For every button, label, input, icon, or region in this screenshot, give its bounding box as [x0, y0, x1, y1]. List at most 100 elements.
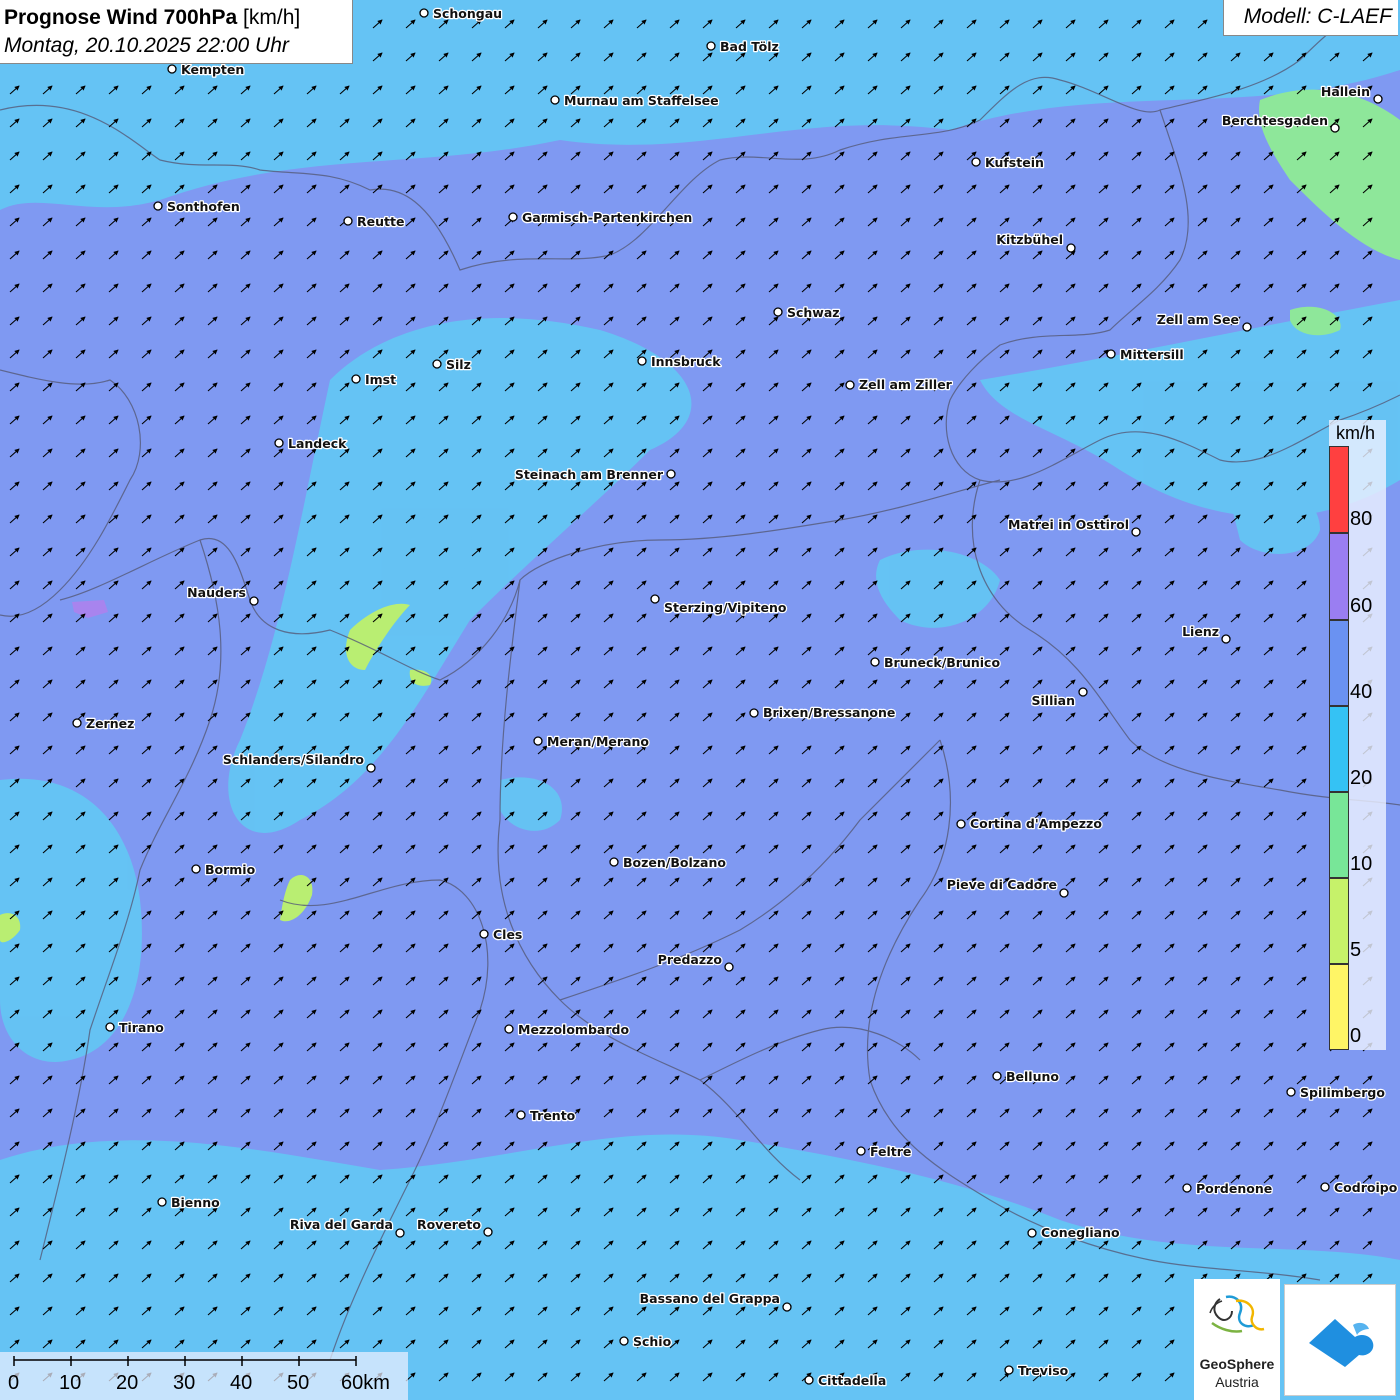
- title-panel: Prognose Wind 700hPa [km/h] Montag, 20.1…: [0, 0, 353, 64]
- city-cittadella-marker: [804, 1375, 814, 1385]
- city-sillian-label: Sillian: [1032, 693, 1075, 708]
- city-zell-am-ziller-marker: [845, 380, 855, 390]
- city-schlanders-silandro-label: Schlanders/Silandro: [223, 752, 365, 767]
- city-berchtesgaden-label: Berchtesgaden: [1222, 113, 1328, 128]
- city-bormio-marker: [191, 864, 201, 874]
- scale-label-10: 10: [59, 1372, 82, 1394]
- city-mittersill-marker: [1106, 349, 1116, 359]
- city-landeck-label: Landeck: [288, 436, 347, 451]
- city-schio-label: Schio: [633, 1334, 672, 1349]
- city-bassano-del-grappa-marker: [782, 1302, 792, 1312]
- city-conegliano-label: Conegliano: [1041, 1225, 1120, 1240]
- legend-bin-40: [1329, 620, 1349, 706]
- city-feltre-label: Feltre: [870, 1144, 911, 1159]
- legend-label-10: 10: [1350, 853, 1373, 875]
- city-kempten-label: Kempten: [181, 62, 244, 77]
- weather-app-badge[interactable]: [1284, 1284, 1396, 1396]
- city-schwaz-label: Schwaz: [787, 305, 840, 320]
- city-lienz-marker: [1221, 634, 1231, 644]
- legend-bin-10: [1329, 792, 1349, 878]
- city-bozen-bolzano-marker: [609, 857, 619, 867]
- scale-label-20: 20: [116, 1372, 139, 1394]
- city-conegliano-marker: [1027, 1228, 1037, 1238]
- legend-bin-60: [1329, 533, 1349, 620]
- city-cortina-d-ampezzo-label: Cortina d'Ampezzo: [970, 816, 1102, 831]
- city-steinach-am-brenner-marker: [666, 469, 676, 479]
- city-tirano-marker: [105, 1022, 115, 1032]
- city-zell-am-see-marker: [1242, 322, 1252, 332]
- city-silz-label: Silz: [446, 357, 471, 372]
- city-kempten-marker: [167, 64, 177, 74]
- forecast-datetime: Montag, 20.10.2025 22:00 Uhr: [4, 34, 289, 57]
- city-meran-merano-marker: [533, 736, 543, 746]
- city-garmisch-partenkirchen-marker: [508, 212, 518, 222]
- scale-label-30: 30: [173, 1372, 196, 1394]
- city-pieve-di-cadore-label: Pieve di Cadore: [947, 877, 1057, 892]
- city-berchtesgaden-marker: [1330, 123, 1340, 133]
- city-predazzo-marker: [724, 962, 734, 972]
- city-mezzolombardo-label: Mezzolombardo: [518, 1022, 629, 1037]
- city-zell-am-see-label: Zell am See: [1157, 312, 1239, 327]
- city-kitzb-hel-label: Kitzbühel: [996, 232, 1063, 247]
- city-schlanders-silandro-marker: [366, 763, 376, 773]
- city-murnau-am-staffelsee-label: Murnau am Staffelsee: [564, 93, 719, 108]
- legend-label-5: 5: [1350, 939, 1362, 961]
- city-brixen-bressanone-marker: [749, 708, 759, 718]
- city-brixen-bressanone-label: Brixen/Bressanone: [763, 705, 895, 720]
- city-kufstein-marker: [971, 157, 981, 167]
- city-bruneck-brunico-label: Bruneck/Brunico: [884, 655, 1000, 670]
- city-reutte-marker: [343, 216, 353, 226]
- city-zernez-label: Zernez: [86, 716, 134, 731]
- geosphere-logo[interactable]: GeoSphere Austria: [1194, 1279, 1280, 1400]
- app-cloud-icon: [1309, 1319, 1374, 1367]
- city-hallein-marker: [1373, 94, 1383, 104]
- city-treviso-marker: [1004, 1365, 1014, 1375]
- city-cles-marker: [479, 929, 489, 939]
- legend-label-60: 60: [1350, 595, 1373, 617]
- scale-label-0: 0: [8, 1372, 20, 1394]
- city-bienno-marker: [157, 1197, 167, 1207]
- city-trento-marker: [516, 1110, 526, 1120]
- city-tirano-label: Tirano: [119, 1020, 164, 1035]
- city-innsbruck-marker: [637, 356, 647, 366]
- city-sillian-marker: [1078, 687, 1088, 697]
- city-bienno-label: Bienno: [171, 1195, 220, 1210]
- city-spilimbergo-marker: [1286, 1087, 1296, 1097]
- city-kufstein-label: Kufstein: [985, 155, 1044, 170]
- legend-bin-5: [1329, 878, 1349, 964]
- city-sonthofen-marker: [153, 201, 163, 211]
- city-sterzing-vipiteno-marker: [650, 594, 660, 604]
- city-bad-t-lz-label: Bad Tölz: [720, 39, 779, 54]
- city-mezzolombardo-marker: [504, 1024, 514, 1034]
- city-trento-label: Trento: [530, 1108, 576, 1123]
- legend-bin-20: [1329, 706, 1349, 792]
- city-bormio-label: Bormio: [205, 862, 256, 877]
- city-reutte-label: Reutte: [357, 214, 404, 229]
- city-cles-label: Cles: [493, 927, 522, 942]
- city-pordenone-marker: [1182, 1183, 1192, 1193]
- city-hallein-label: Hallein: [1321, 84, 1370, 99]
- legend-label-20: 20: [1350, 767, 1373, 789]
- city-treviso-label: Treviso: [1018, 1363, 1069, 1378]
- city-belluno-label: Belluno: [1006, 1069, 1059, 1084]
- city-matrei-in-osttirol-marker: [1131, 527, 1141, 537]
- city-zell-am-ziller-label: Zell am Ziller: [859, 377, 953, 392]
- city-bad-t-lz-marker: [706, 41, 716, 51]
- city-bozen-bolzano-label: Bozen/Bolzano: [623, 855, 726, 870]
- city-predazzo-label: Predazzo: [658, 952, 723, 967]
- logo-text-line2: Austria: [1215, 1374, 1259, 1390]
- city-sonthofen-label: Sonthofen: [167, 199, 240, 214]
- wind-forecast-map[interactable]: Schongau Bad Tölz Kempten Murnau am Staffel…: [0, 0, 1400, 1400]
- city-rovereto-label: Rovereto: [417, 1217, 481, 1232]
- legend-label-0: 0: [1350, 1025, 1362, 1047]
- scale-bar: [13, 1356, 357, 1366]
- city-landeck-marker: [274, 438, 284, 448]
- city-steinach-am-brenner-label: Steinach am Brenner: [515, 467, 664, 482]
- city-silz-marker: [432, 359, 442, 369]
- model-name: Modell: C-LAEF: [1243, 5, 1392, 28]
- city-belluno-marker: [992, 1071, 1002, 1081]
- city-sterzing-vipiteno-label: Sterzing/Vipiteno: [664, 600, 787, 615]
- city-mittersill-label: Mittersill: [1120, 347, 1184, 362]
- city-pieve-di-cadore-marker: [1059, 888, 1069, 898]
- scale-label-50: 50: [287, 1372, 310, 1394]
